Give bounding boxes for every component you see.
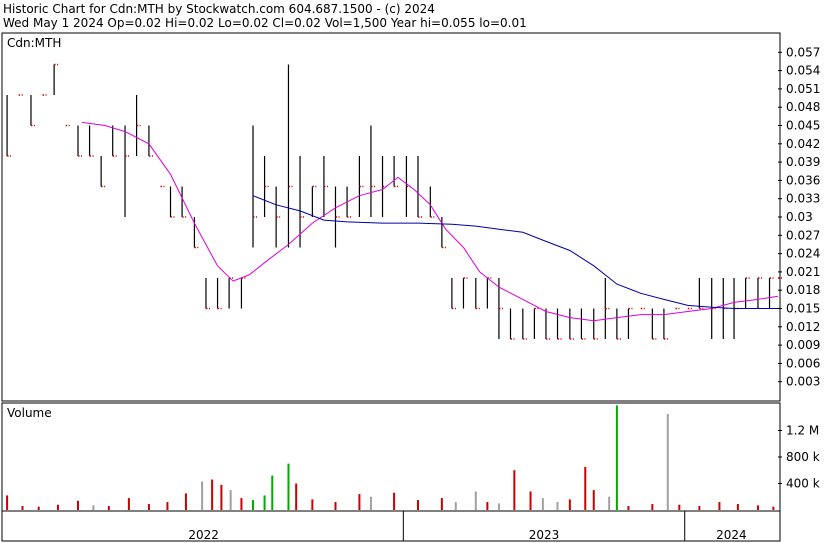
volume-bar xyxy=(369,496,372,510)
volume-bar xyxy=(184,493,187,510)
price-y-tick-label: 0.015 xyxy=(786,302,820,316)
volume-panel-title: Volume xyxy=(7,406,52,420)
volume-bar xyxy=(21,506,24,510)
volume-bar xyxy=(772,506,775,510)
volume-bar xyxy=(6,495,9,510)
volume-bar xyxy=(201,481,204,510)
volume-bar xyxy=(568,499,571,510)
price-y-axis: 0.003 0.006 0.009 0.012 0.015 0.018 0.021 0.024… xyxy=(778,45,820,389)
stock-chart: Historic Chart for Cdn:MTH by Stockwatch… xyxy=(1,2,820,542)
volume-bar xyxy=(220,484,223,510)
volume-bar xyxy=(615,405,618,510)
price-y-tick-label: 0.036 xyxy=(786,173,820,187)
x-axis-year-label: 2023 xyxy=(529,528,560,542)
volume-y-axis: 400 k 800 k 1.2 M xyxy=(778,424,820,491)
moving-average-short-line xyxy=(81,121,779,322)
price-y-tick-label: 0.021 xyxy=(786,265,820,279)
volume-bar xyxy=(651,504,654,510)
volume-bar xyxy=(287,463,290,510)
volume-bar xyxy=(592,490,595,510)
price-y-tick-label: 0.003 xyxy=(786,375,820,389)
volume-series xyxy=(6,405,775,510)
volume-bar xyxy=(211,479,214,510)
price-y-tick-label: 0.027 xyxy=(786,228,820,242)
volume-bar xyxy=(334,502,337,510)
chart-header-line2: Wed May 1 2024 Op=0.02 Hi=0.02 Lo=0.02 C… xyxy=(3,16,527,30)
volume-bar xyxy=(358,494,361,510)
volume-bar xyxy=(416,500,419,510)
price-y-tick-label: 0.042 xyxy=(786,137,820,151)
volume-bar xyxy=(756,505,759,510)
volume-bar xyxy=(556,502,559,510)
volume-bar xyxy=(37,506,40,510)
volume-bar xyxy=(240,498,243,510)
volume-bar xyxy=(295,483,298,510)
volume-bar xyxy=(608,496,611,510)
volume-bar xyxy=(229,490,232,510)
price-panel-frame xyxy=(1,32,781,402)
volume-y-tick-label: 1.2 M xyxy=(786,424,819,438)
price-y-tick-label: 0.006 xyxy=(786,356,820,370)
volume-bar xyxy=(393,492,396,510)
volume-bar xyxy=(127,498,130,510)
volume-bar xyxy=(541,498,544,510)
volume-bar xyxy=(513,470,516,510)
volume-bar xyxy=(92,505,95,510)
date-x-axis: 2022 2023 2024 xyxy=(188,511,747,542)
date-axis-frame xyxy=(1,510,781,542)
volume-bar xyxy=(56,504,59,510)
volume-bar xyxy=(718,502,721,510)
chart-header-line1: Historic Chart for Cdn:MTH by Stockwatch… xyxy=(3,2,435,16)
volume-bar xyxy=(166,502,169,510)
volume-bar xyxy=(440,498,443,510)
volume-bar xyxy=(698,506,701,510)
x-axis-year-label: 2022 xyxy=(188,528,219,542)
price-y-tick-label: 0.039 xyxy=(786,155,820,169)
volume-bar xyxy=(736,504,739,510)
price-y-tick-label: 0.051 xyxy=(786,82,820,96)
volume-bar xyxy=(77,500,80,510)
x-axis-year-label: 2024 xyxy=(716,528,747,542)
price-y-tick-label: 0.057 xyxy=(786,45,820,59)
volume-bar xyxy=(584,466,587,510)
volume-bar xyxy=(311,499,314,510)
price-y-tick-label: 0.024 xyxy=(786,247,820,261)
price-y-tick-label: 0.03 xyxy=(786,210,813,224)
volume-panel-frame xyxy=(1,402,781,512)
volume-bar xyxy=(147,504,150,510)
price-y-tick-label: 0.045 xyxy=(786,119,820,133)
volume-bar xyxy=(627,506,630,510)
price-y-tick-label: 0.009 xyxy=(786,338,820,352)
volume-bar xyxy=(454,502,457,510)
volume-bar xyxy=(529,491,532,510)
volume-bar xyxy=(678,504,681,510)
price-y-tick-label: 0.033 xyxy=(786,192,820,206)
price-panel-title: Cdn:MTH xyxy=(7,36,61,50)
volume-bar xyxy=(666,413,669,510)
volume-bar xyxy=(474,491,477,510)
volume-bar xyxy=(497,503,500,510)
volume-bar xyxy=(486,502,489,510)
volume-bar xyxy=(107,506,110,510)
price-y-tick-label: 0.018 xyxy=(786,283,820,297)
price-y-tick-label: 0.048 xyxy=(786,100,820,114)
price-series xyxy=(6,63,782,340)
volume-bar xyxy=(271,475,274,510)
price-y-tick-label: 0.054 xyxy=(786,64,820,78)
volume-bar xyxy=(263,495,266,510)
volume-y-tick-label: 800 k xyxy=(786,450,820,464)
volume-bar xyxy=(252,500,255,510)
volume-y-tick-label: 400 k xyxy=(786,477,820,491)
price-y-tick-label: 0.012 xyxy=(786,320,820,334)
